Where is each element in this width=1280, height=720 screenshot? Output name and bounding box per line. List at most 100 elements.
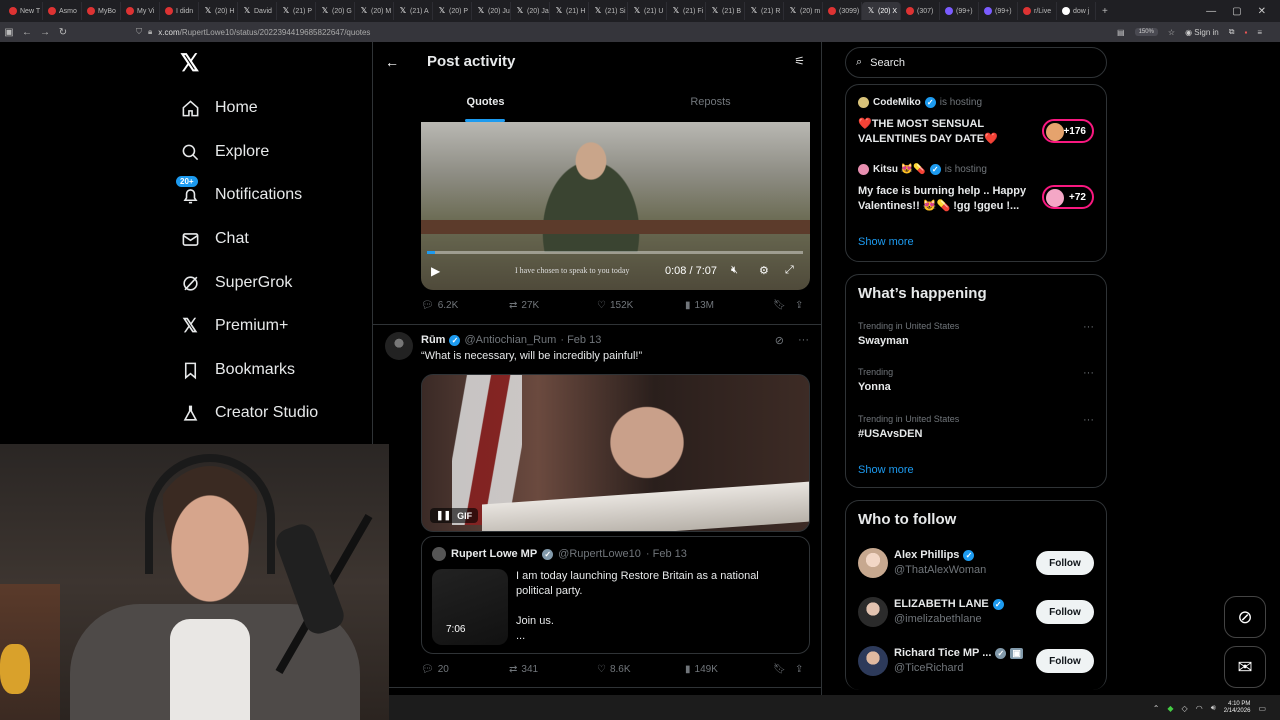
browser-tab[interactable]: 𝕏 (20) P	[433, 2, 472, 20]
back-icon[interactable]: ←	[18, 27, 36, 38]
mute-icon[interactable]: 🔇︎	[731, 264, 738, 277]
close-window-icon[interactable]: ✕	[1258, 6, 1266, 17]
volume-icon[interactable]: 🔊︎	[1211, 703, 1216, 713]
follow-button[interactable]: Follow	[1036, 649, 1094, 673]
browser-tab[interactable]: (307)	[901, 2, 940, 20]
forward-icon[interactable]: →	[36, 27, 54, 38]
messages-fab-button[interactable]: ✉	[1224, 646, 1266, 688]
nav-notifications[interactable]: 20+ Notifications	[176, 176, 302, 210]
browser-tab[interactable]: New T	[4, 2, 43, 20]
address-bar[interactable]: ⛉ 🔒︎ x.com/RupertLowe10/status/202239441…	[136, 25, 370, 39]
x-logo-icon[interactable]: 𝕏	[180, 52, 202, 76]
browser-tab[interactable]: 𝕏 (20) H	[199, 2, 238, 20]
minimize-icon[interactable]: —	[1206, 6, 1216, 17]
show-more-link[interactable]: Show more	[858, 236, 914, 248]
live-listener-count[interactable]: +72	[1042, 185, 1094, 209]
more-options-icon[interactable]: ···	[1083, 414, 1094, 426]
browser-tab[interactable]: 𝕏 (20) M	[355, 2, 394, 20]
browser-tab[interactable]: Asmo	[43, 2, 82, 20]
post-author[interactable]: Rūm ✓ @Antiochian_Rum · Feb 13	[421, 334, 601, 346]
play-icon[interactable]: ▶	[431, 264, 440, 278]
browser-tab[interactable]: 𝕏 (20) m	[784, 2, 823, 20]
nav-home[interactable]: Home	[180, 93, 258, 123]
fullscreen-icon[interactable]: ⤢	[785, 264, 794, 277]
more-options-icon[interactable]: ···	[798, 334, 809, 347]
trend-name[interactable]: Swayman	[858, 335, 909, 347]
like-button[interactable]: ♡ 152K	[597, 300, 633, 311]
avatar[interactable]	[385, 332, 413, 360]
nav-chat[interactable]: Chat	[180, 224, 249, 254]
browser-tab[interactable]: (3099)	[823, 2, 862, 20]
avatar[interactable]	[858, 548, 888, 578]
reply-button[interactable]: 💬︎ 6.2K	[421, 300, 458, 311]
grok-fab-button[interactable]: ⊘	[1224, 596, 1266, 638]
quoted-video-thumbnail[interactable]: 7:06	[432, 569, 508, 645]
more-options-icon[interactable]: ···	[1083, 367, 1094, 379]
follow-suggestion-name[interactable]: Alex Phillips ✓	[894, 549, 975, 561]
menu-icon[interactable]: ≡	[1257, 28, 1262, 37]
browser-tab[interactable]: 𝕏 David	[238, 2, 277, 20]
reply-button[interactable]: 💬︎ 20	[421, 664, 449, 675]
maximize-icon[interactable]: ▢	[1232, 6, 1241, 17]
browser-tab[interactable]: 𝕏 (21) B	[706, 2, 745, 20]
browser-tab[interactable]: (99+)	[940, 2, 979, 20]
sidebar-toggle-icon[interactable]: ▣	[0, 27, 18, 38]
tray-app-icon[interactable]: ◆	[1167, 704, 1173, 713]
settings-gear-icon[interactable]: ⚙	[759, 264, 769, 277]
tray-chevron-icon[interactable]: ⌃	[1153, 704, 1160, 713]
tray-app-icon[interactable]: ◇	[1182, 704, 1188, 713]
live-host[interactable]: Kitsu 😻💊 ✓ is hosting	[858, 164, 987, 175]
follow-suggestion-name[interactable]: ELIZABETH LANE ✓	[894, 598, 1004, 610]
extension-badge-icon[interactable]: ▪	[1244, 28, 1247, 37]
browser-tab[interactable]: 𝕏 (21) Fi	[667, 2, 706, 20]
quoted-post[interactable]: Rupert Lowe MP ✓ @RupertLowe10 · Feb 13 …	[421, 536, 810, 654]
filter-settings-icon[interactable]: ⚟	[794, 54, 805, 68]
nav-creator-studio[interactable]: Creator Studio	[180, 398, 318, 428]
video-progress-bar[interactable]	[427, 251, 803, 254]
browser-tab[interactable]: 𝕏 (20) Ja	[511, 2, 550, 20]
gif-media[interactable]: ❚❚ GIF	[421, 374, 810, 532]
live-host[interactable]: CodeMiko ✓ is hosting	[858, 97, 982, 108]
browser-tab[interactable]: r/Live	[1018, 2, 1057, 20]
trend-name[interactable]: #USAvsDEN	[858, 428, 922, 440]
bookmark-button[interactable]: 🔖︎	[773, 300, 786, 311]
browser-tab[interactable]: 𝕏 (21) R	[745, 2, 784, 20]
browser-tab[interactable]: 𝕏 (21) P	[277, 2, 316, 20]
browser-tab[interactable]: 𝕏 (20) Ju	[472, 2, 511, 20]
tab-reposts[interactable]: Reposts	[598, 82, 821, 122]
bookmark-star-icon[interactable]: ☆	[1168, 28, 1175, 37]
browser-tab[interactable]: 𝕏 (21) U	[628, 2, 667, 20]
reload-icon[interactable]: ↻	[54, 27, 72, 38]
browser-tab[interactable]: My Vi	[121, 2, 160, 20]
browser-tab[interactable]: 𝕏 (21) H	[550, 2, 589, 20]
nav-supergrok[interactable]: SuperGrok	[180, 268, 292, 298]
avatar[interactable]	[858, 597, 888, 627]
zoom-level[interactable]: 150%	[1134, 28, 1158, 36]
repost-button[interactable]: ⇄ 341	[509, 664, 538, 675]
bookmark-button[interactable]: 🔖︎	[773, 664, 786, 675]
repost-button[interactable]: ⇄ 27K	[509, 300, 539, 311]
browser-tab[interactable]: I didn	[160, 2, 199, 20]
search-input[interactable]: ⌕ Search	[845, 47, 1107, 78]
browser-tab[interactable]: 𝕏 (20) G	[316, 2, 355, 20]
extensions-icon[interactable]: ⧉	[1229, 27, 1235, 37]
back-arrow-icon[interactable]: ←	[385, 54, 399, 70]
views-button[interactable]: ▮ 149K	[685, 664, 718, 675]
reader-view-icon[interactable]: ▤	[1117, 28, 1125, 37]
show-more-link[interactable]: Show more	[858, 464, 914, 476]
follow-button[interactable]: Follow	[1036, 600, 1094, 624]
live-title[interactable]: My face is burning help .. Happy Valenti…	[858, 184, 1038, 214]
live-title[interactable]: ❤️THE MOST SENSUAL VALENTINES DAY DATE❤️	[858, 117, 1038, 147]
views-button[interactable]: ▮ 13M	[685, 300, 714, 311]
live-listener-count[interactable]: +176	[1042, 119, 1094, 143]
nav-explore[interactable]: Explore	[180, 137, 269, 167]
share-button[interactable]: ⇪	[795, 300, 803, 311]
nav-bookmarks[interactable]: Bookmarks	[180, 355, 295, 385]
wifi-icon[interactable]: ◠	[1196, 704, 1203, 713]
nav-premium[interactable]: 𝕏 Premium+	[180, 311, 288, 341]
browser-tab[interactable]: 𝕏 (21) Si	[589, 2, 628, 20]
browser-tab[interactable]: (99+)	[979, 2, 1018, 20]
taskbar-clock[interactable]: 4:10 PM 2/14/2026	[1224, 701, 1251, 715]
follow-button[interactable]: Follow	[1036, 551, 1094, 575]
browser-tab-active[interactable]: 𝕏 (20) X	[862, 2, 901, 20]
